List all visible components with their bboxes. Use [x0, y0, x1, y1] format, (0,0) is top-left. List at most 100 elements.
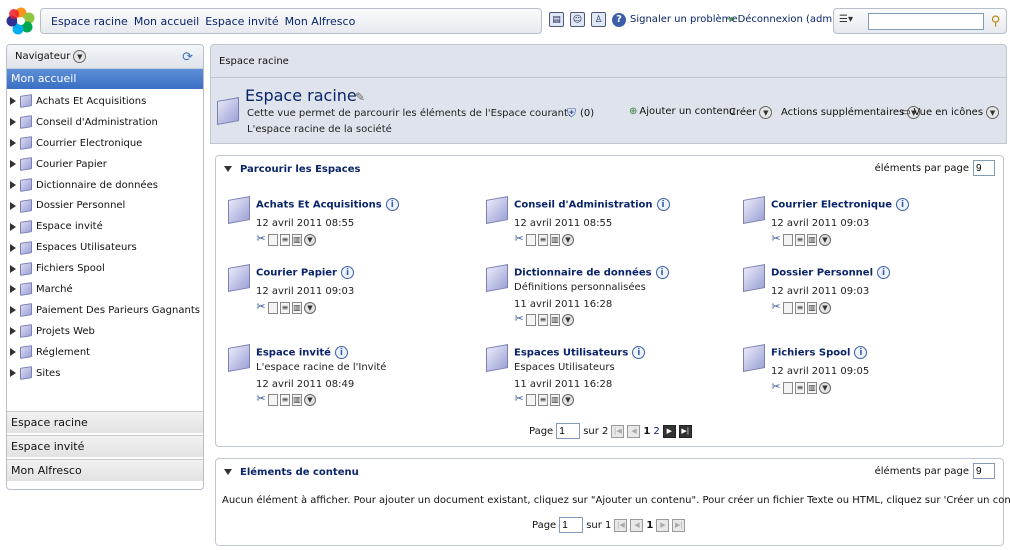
cut-icon[interactable]: ✂	[771, 233, 781, 246]
tree-item[interactable]: Espace invité	[7, 216, 203, 237]
view-mode-button[interactable]: ▭ Vue en icônes ▼	[901, 106, 1000, 119]
tree-item[interactable]: Espaces Utilisateurs	[7, 237, 203, 258]
delete-icon[interactable]: ▥	[550, 394, 560, 406]
space-card[interactable]: Courier Papier i 12 avril 2011 09:03 ✂ ≡ ▥ ▼	[228, 264, 468, 330]
delete-icon[interactable]: ▥	[292, 394, 302, 406]
info-icon[interactable]: i	[895, 198, 909, 211]
expand-triangle-icon[interactable]	[10, 285, 16, 294]
copy-icon[interactable]	[526, 394, 536, 406]
expand-triangle-icon[interactable]	[10, 348, 16, 357]
search-options-menu-icon[interactable]: ☰▾	[839, 14, 867, 28]
expand-triangle-icon[interactable]	[10, 264, 16, 273]
tree-item[interactable]: Sites	[7, 363, 203, 384]
tree-item[interactable]: Réglement	[7, 342, 203, 363]
space-card[interactable]: Espace invité i L'espace racine de l'Invi…	[228, 344, 468, 410]
per-page-input[interactable]	[973, 463, 995, 479]
copy-icon[interactable]	[783, 382, 793, 394]
next-page-icon[interactable]: ▶	[662, 424, 676, 438]
info-icon[interactable]: i	[655, 266, 669, 279]
cut-icon[interactable]: ✂	[256, 233, 266, 246]
pager-page-2[interactable]: 2	[653, 426, 659, 437]
help-icon[interactable]: ?	[612, 12, 626, 27]
details-icon[interactable]: ≡	[795, 382, 805, 394]
logout-link[interactable]: ⇥ Déconnexion (admin)	[726, 14, 845, 25]
tree-item[interactable]: Achats Et Acquisitions	[7, 91, 203, 112]
space-card[interactable]: Achats Et Acquisitions i 12 avril 2011 08…	[228, 196, 468, 262]
space-card[interactable]: Courrier Electronique i 12 avril 2011 09:…	[743, 196, 983, 262]
tree-item[interactable]: Dictionnaire de données	[7, 175, 203, 196]
delete-icon[interactable]: ▥	[807, 302, 817, 314]
copy-icon[interactable]	[268, 394, 278, 406]
space-rules-icon[interactable]: ✎	[355, 90, 365, 104]
copy-icon[interactable]	[783, 302, 793, 314]
more-chevron-icon[interactable]: ▼	[304, 302, 316, 314]
nav-link-mon-alfresco[interactable]: Mon Alfresco	[285, 15, 356, 28]
create-menu-button[interactable]: Créer ▼	[729, 106, 773, 119]
space-card-title[interactable]: Courier Papier i	[256, 266, 354, 279]
more-chevron-icon[interactable]: ▼	[304, 234, 316, 246]
sidebar-section-espace-invite[interactable]: Espace invité	[7, 435, 203, 457]
tree-item[interactable]: Conseil d'Administration	[7, 112, 203, 133]
more-chevron-icon[interactable]: ▼	[819, 382, 831, 394]
copy-icon[interactable]	[526, 234, 536, 246]
user-profile-icon[interactable]: ♙	[591, 12, 606, 27]
details-icon[interactable]: ≡	[538, 314, 548, 326]
delete-icon[interactable]: ▥	[550, 234, 560, 246]
info-icon[interactable]: i	[656, 198, 670, 211]
expand-triangle-icon[interactable]	[10, 243, 16, 252]
tree-item[interactable]: Fichiers Spool	[7, 258, 203, 279]
delete-icon[interactable]: ▥	[550, 314, 560, 326]
tree-item[interactable]: Courier Papier	[7, 154, 203, 175]
tree-item[interactable]: Projets Web	[7, 321, 203, 342]
info-icon[interactable]: i	[334, 346, 348, 359]
expand-triangle-icon[interactable]	[10, 160, 16, 169]
more-chevron-icon[interactable]: ▼	[562, 234, 574, 246]
expand-triangle-icon[interactable]	[10, 369, 16, 378]
more-chevron-icon[interactable]: ▼	[562, 394, 574, 406]
info-icon[interactable]: i	[854, 346, 868, 359]
details-icon[interactable]: ≡	[538, 234, 548, 246]
info-icon[interactable]: i	[632, 346, 646, 359]
pager-page-input[interactable]	[559, 517, 584, 533]
space-card[interactable]: Fichiers Spool i 12 avril 2011 09:05 ✂ ≡ ▥ ▼	[743, 344, 983, 410]
cut-icon[interactable]: ✂	[771, 381, 781, 394]
collapse-triangle-icon[interactable]	[224, 469, 232, 475]
cut-icon[interactable]: ✂	[256, 301, 266, 314]
details-icon[interactable]: ≡	[538, 394, 548, 406]
copy-icon[interactable]	[268, 302, 278, 314]
delete-icon[interactable]: ▥	[807, 234, 817, 246]
more-chevron-icon[interactable]: ▼	[819, 302, 831, 314]
details-icon[interactable]: ≡	[280, 394, 290, 406]
space-card[interactable]: Espaces Utilisateurs i Espaces Utilisateu…	[486, 344, 726, 410]
expand-triangle-icon[interactable]	[10, 327, 16, 336]
search-input[interactable]	[868, 13, 984, 30]
delete-icon[interactable]: ▥	[807, 382, 817, 394]
add-content-button[interactable]: ⊕ Ajouter un contenu	[629, 106, 735, 117]
cut-icon[interactable]: ✂	[514, 233, 524, 246]
copy-icon[interactable]	[783, 234, 793, 246]
expand-triangle-icon[interactable]	[10, 222, 16, 231]
copy-icon[interactable]	[526, 314, 536, 326]
details-icon[interactable]: ≡	[795, 302, 805, 314]
sidebar-selected-mon-accueil[interactable]: Mon accueil	[7, 69, 203, 89]
space-card-title[interactable]: Dossier Personnel i	[771, 266, 891, 279]
space-card-title[interactable]: Espace invité i	[256, 346, 348, 359]
info-icon[interactable]: i	[877, 266, 891, 279]
alfresco-logo-icon[interactable]	[6, 6, 36, 36]
expand-triangle-icon[interactable]	[10, 201, 16, 210]
tree-item[interactable]: Courrier Electronique	[7, 133, 203, 154]
delete-icon[interactable]: ▥	[292, 302, 302, 314]
report-problem-link[interactable]: Signaler un problème	[630, 14, 738, 25]
space-card-title[interactable]: Achats Et Acquisitions i	[256, 198, 399, 211]
last-page-icon[interactable]: ▶|	[678, 424, 692, 438]
details-icon[interactable]: ≡	[280, 234, 290, 246]
tree-item[interactable]: Marché	[7, 279, 203, 300]
expand-triangle-icon[interactable]	[10, 306, 16, 315]
expand-triangle-icon[interactable]	[10, 139, 16, 148]
delete-icon[interactable]: ▥	[292, 234, 302, 246]
tree-item[interactable]: Dossier Personnel	[7, 195, 203, 216]
navigator-menu-chevron-icon[interactable]: ▼	[73, 50, 87, 63]
clipboard-count[interactable]: ⛨ (0)	[567, 106, 594, 121]
space-card-title[interactable]: Dictionnaire de données i	[514, 266, 669, 279]
sidebar-section-mon-alfresco[interactable]: Mon Alfresco	[7, 459, 203, 481]
